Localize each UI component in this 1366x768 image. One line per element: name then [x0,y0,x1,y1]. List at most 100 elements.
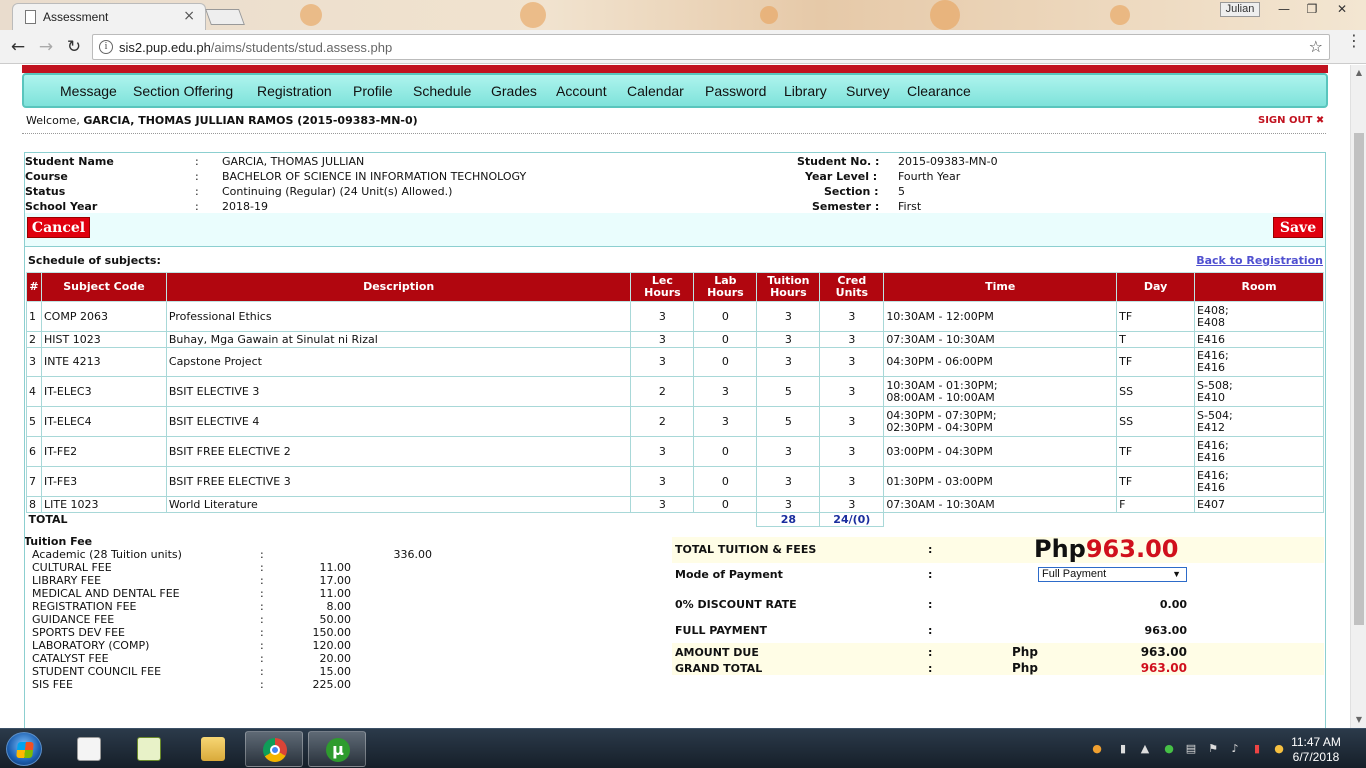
class-time-line1: 04:30PM - 07:30PM; [886,408,997,422]
taskbar-app-notepad[interactable] [120,731,178,767]
menu-grades[interactable]: Grades [491,83,537,99]
lec-hours: 2 [630,376,695,407]
tui-line2: Hours [770,286,807,299]
tab-title: Assessment [43,10,109,24]
colon: : [195,155,199,168]
table-row: 7 IT-FE3 BSIT FREE ELECTIVE 3 3 0 3 3 01:30PM -… [26,466,1324,497]
class-time-line2: 08:00AM - 10:00AM [886,390,995,404]
menu-account[interactable]: Account [556,83,607,99]
right-border [1325,535,1326,728]
info-icon[interactable]: i [99,40,113,54]
menu-password[interactable]: Password [705,83,766,99]
total-amount: 963.00 [1085,535,1179,563]
menu-profile[interactable]: Profile [353,83,393,99]
mode-of-payment-row: Mode of Payment : Full Payment ▼ [672,565,1324,587]
utorrent-icon: µ [326,738,350,762]
discount-row: 0% DISCOUNT RATE : 0.00 [672,595,1324,615]
cred-units: 3 [819,376,885,407]
class-time-line1: 01:30PM - 03:00PM [886,474,993,488]
class-room: E416 [1194,331,1324,348]
tab-close-icon[interactable]: × [183,8,195,24]
tuition-hours: 3 [756,347,821,377]
volume-icon[interactable]: ♪ [1228,742,1242,756]
menu-message[interactable]: Message [60,83,117,99]
clock-date: 6/7/2018 [1292,750,1340,764]
amount-due-block: AMOUNT DUE : Php 963.00 GRAND TOTAL : Ph… [672,643,1324,675]
colon: : [260,548,264,561]
page-scrollbar[interactable]: ▲ ▼ [1350,65,1366,728]
bookmark-star-icon[interactable]: ☆ [1309,37,1323,56]
forward-arrow-icon[interactable]: → [34,36,58,58]
class-room: S-504; E412 [1194,406,1324,437]
close-window-button[interactable]: ✕ [1328,2,1356,17]
menu-calendar[interactable]: Calendar [627,83,684,99]
page-viewport: Message Section Offering Registration Pr… [0,65,1350,728]
action-center-flag-icon[interactable]: ⚑ [1206,742,1220,756]
scroll-up-arrow-icon[interactable]: ▲ [1351,65,1366,81]
menu-library[interactable]: Library [784,83,827,99]
colon: : [928,646,933,659]
browser-tab-assessment[interactable]: Assessment × [12,3,206,30]
class-day: TF [1116,347,1196,377]
battery-icon[interactable]: ▮ [1250,742,1264,756]
show-hidden-icon[interactable]: ▲ [1138,742,1152,756]
welcome-message: Welcome, GARCIA, THOMAS JULLIAN RAMOS (2… [26,114,418,127]
amount-due-value: 963.00 [1140,645,1187,659]
header-red-bar [22,65,1328,73]
scroll-thumb[interactable] [1354,133,1364,625]
class-room-line1: S-508; [1197,378,1233,392]
class-time-line1: 03:00PM - 04:30PM [886,444,993,458]
taskbar-app-utorrent[interactable]: µ [308,731,366,767]
subject-code: IT-FE3 [40,466,167,497]
tray-extra-icon[interactable]: ● [1272,742,1286,756]
start-button[interactable] [6,732,42,766]
menu-survey[interactable]: Survey [846,83,890,99]
school-year-label: School Year [25,200,98,213]
back-to-registration-link[interactable]: Back to Registration [1196,254,1323,267]
reload-icon[interactable]: ↻ [62,36,86,58]
class-room: E407 [1194,496,1324,513]
browser-menu-icon[interactable]: ⋮ [1346,33,1362,49]
restore-button[interactable]: ❐ [1298,2,1326,17]
total-prefix: Php [1034,535,1086,563]
tuition-hours: 5 [756,406,821,437]
taskbar-app-explorer[interactable] [184,731,242,767]
new-tab-button[interactable] [205,9,245,25]
network-icon[interactable]: ▤ [1184,742,1198,756]
tray-app-icon[interactable]: ● [1090,742,1104,756]
address-bar[interactable]: i sis2.pup.edu.ph/aims/students/stud.ass… [92,34,1330,60]
decor-flower [1110,5,1130,25]
lab-hours: 0 [693,331,758,348]
taskbar-app-chrome[interactable] [245,731,303,767]
cred-units: 3 [819,496,885,513]
fee-amount: 150.00 [312,626,352,639]
signal-icon[interactable]: ▮ [1116,742,1130,756]
fee-label: SIS FEE [32,678,73,691]
profile-button[interactable]: Julian [1220,2,1260,17]
tuition-hours: 5 [756,376,821,407]
utorrent-tray-icon[interactable]: ● [1162,742,1176,756]
minimize-button[interactable]: — [1270,2,1298,17]
fee-amount: 8.00 [326,600,352,613]
mode-of-payment-select[interactable]: Full Payment ▼ [1038,567,1187,582]
system-clock[interactable]: 11:47 AM 6/7/2018 [1288,735,1344,765]
taskbar-app-news[interactable] [60,731,118,767]
cancel-button[interactable]: Cancel [27,217,90,238]
scroll-down-arrow-icon[interactable]: ▼ [1351,712,1366,728]
fee-label: SPORTS DEV FEE [32,626,125,639]
lab-hours: 3 [693,406,758,437]
lec-hours: 3 [630,466,695,497]
menu-section-offering[interactable]: Section Offering [133,83,233,99]
menu-clearance[interactable]: Clearance [907,83,971,99]
url-text[interactable]: sis2.pup.edu.ph/aims/students/stud.asses… [119,40,392,55]
menu-schedule[interactable]: Schedule [413,83,471,99]
back-arrow-icon[interactable]: ← [6,36,30,58]
fee-label: STUDENT COUNCIL FEE [32,665,162,678]
table-row: 2 HIST 1023 Buhay, Mga Gawain at Sinulat n… [26,331,1324,348]
total-fees-label: TOTAL TUITION & FEES [675,543,817,556]
academic-fee-amount: 336.00 [393,548,433,561]
sign-out-link[interactable]: SIGN OUT ✖ [1258,115,1324,126]
save-button[interactable]: Save [1273,217,1323,238]
schedule-section: Schedule of subjects: Back to Registrati… [24,247,1326,537]
menu-registration[interactable]: Registration [257,83,332,99]
